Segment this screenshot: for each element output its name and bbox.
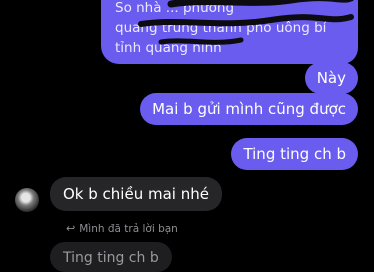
outgoing-message-nay[interactable]: Này bbox=[304, 62, 358, 94]
outgoing-message-mai[interactable]: Mai b gửi mình cũng được bbox=[140, 93, 358, 125]
message-text: Này bbox=[316, 69, 346, 87]
message-text: Ok b chiều mai nhé bbox=[63, 185, 209, 203]
quoted-text: Ting ting ch b bbox=[63, 250, 159, 266]
redaction-scribble bbox=[138, 0, 354, 45]
quoted-message[interactable]: Ting ting ch b bbox=[50, 242, 172, 272]
incoming-message-ok[interactable]: Ok b chiều mai nhé bbox=[50, 177, 222, 211]
contact-avatar[interactable] bbox=[15, 188, 39, 212]
reply-meta: ↩ Mình đã trả lời bạn bbox=[66, 222, 178, 235]
reply-meta-text: Mình đã trả lời bạn bbox=[79, 223, 178, 235]
outgoing-message-ting[interactable]: Ting ting ch b bbox=[231, 138, 358, 170]
message-text: Mai b gửi mình cũng được bbox=[152, 100, 346, 118]
reply-arrow-icon: ↩ bbox=[66, 222, 76, 235]
outgoing-message-address[interactable]: So nhà ... phường quang trung thành phố … bbox=[101, 0, 358, 64]
message-text: Ting ting ch b bbox=[243, 145, 346, 163]
